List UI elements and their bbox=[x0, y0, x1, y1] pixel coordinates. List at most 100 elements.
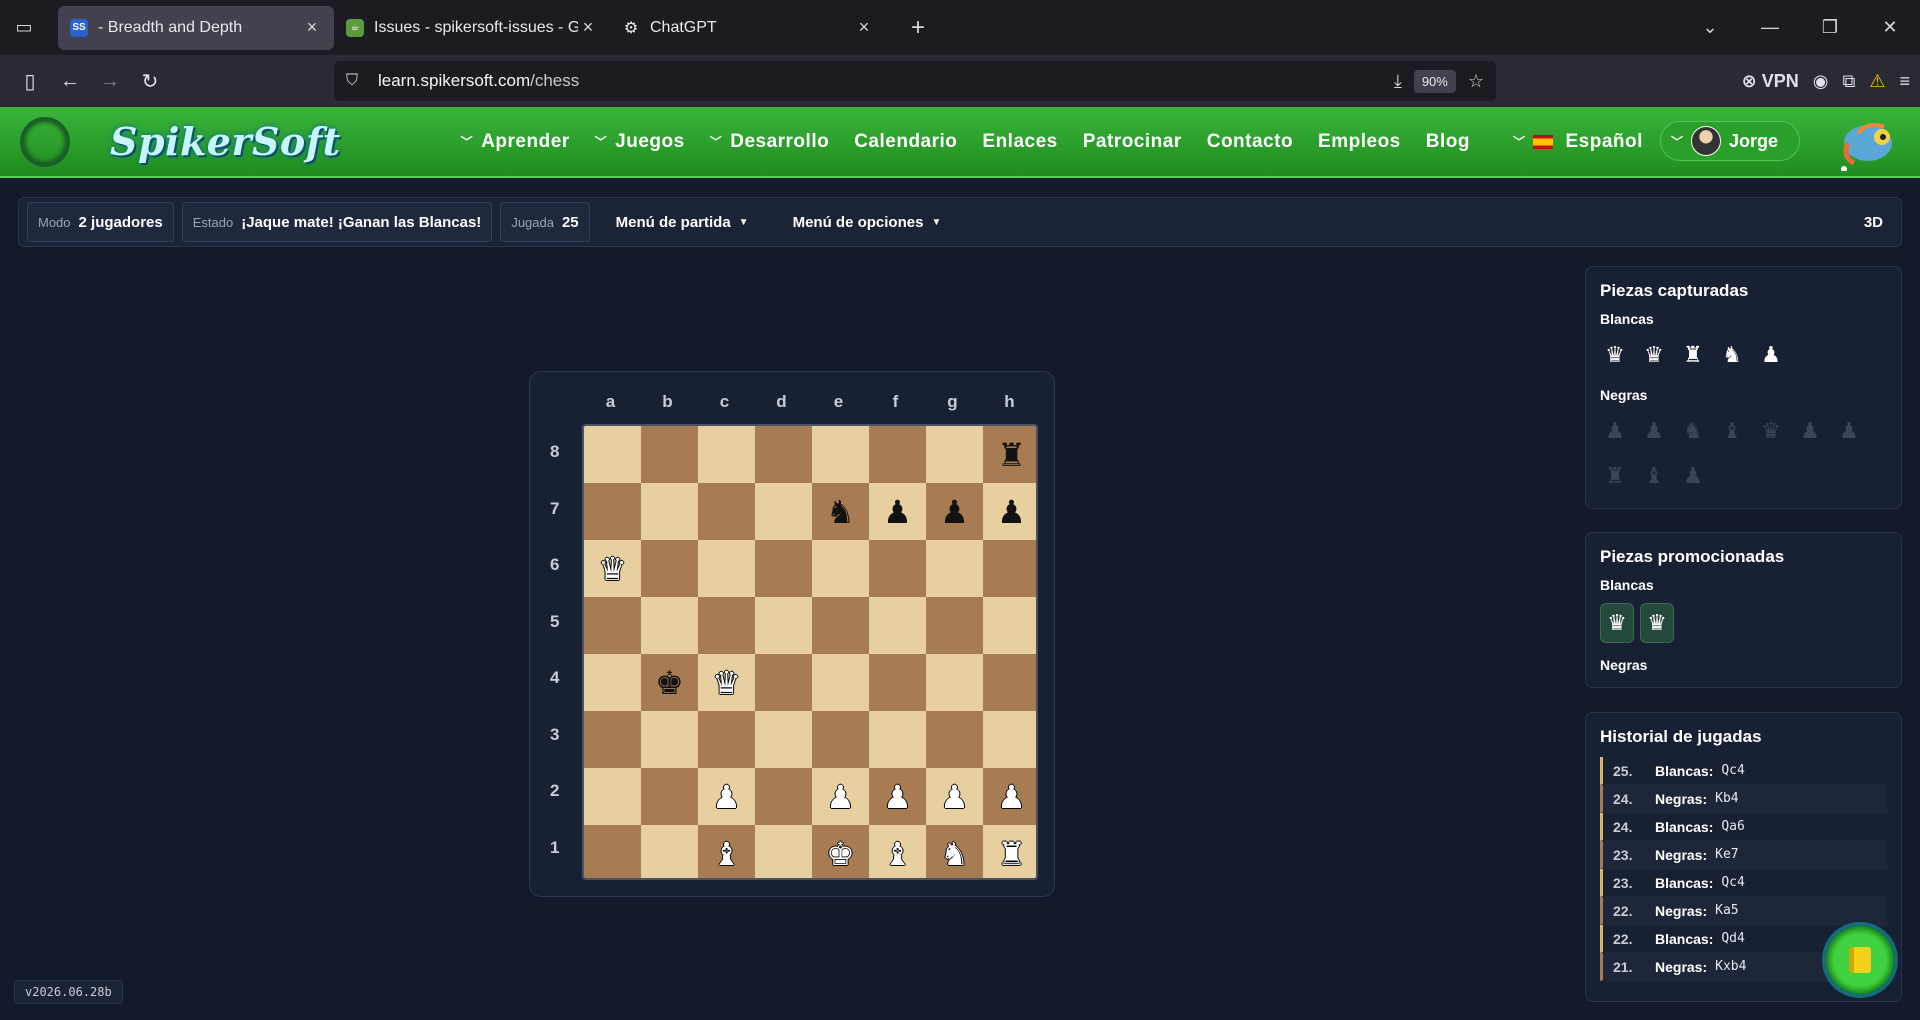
square-f8[interactable] bbox=[869, 426, 926, 483]
game-menu-button[interactable]: Menú de partida ▼ bbox=[598, 214, 767, 231]
square-d2[interactable] bbox=[755, 768, 812, 825]
site-logo-icon[interactable] bbox=[20, 116, 70, 167]
square-e2[interactable]: ♟ bbox=[812, 768, 869, 825]
square-g4[interactable] bbox=[926, 654, 983, 711]
close-window-icon[interactable]: ✕ bbox=[1860, 17, 1920, 38]
square-e8[interactable] bbox=[812, 426, 869, 483]
menu-hamburger-icon[interactable]: ≡ bbox=[1899, 71, 1910, 92]
square-b5[interactable] bbox=[641, 597, 698, 654]
black-pawn-icon[interactable]: ♟ bbox=[940, 496, 969, 528]
white-pawn-icon[interactable]: ♟ bbox=[940, 781, 969, 813]
move-history-row[interactable]: 25. Blancas: Qc4 bbox=[1600, 757, 1887, 785]
square-b2[interactable] bbox=[641, 768, 698, 825]
tracking-shield-icon[interactable]: ⛉ bbox=[346, 72, 370, 90]
square-g5[interactable] bbox=[926, 597, 983, 654]
save-page-icon[interactable]: ⤓ bbox=[1394, 71, 1402, 92]
white-pawn-icon[interactable]: ♟ bbox=[712, 781, 741, 813]
square-d4[interactable] bbox=[755, 654, 812, 711]
move-history-row[interactable]: 23. Blancas: Qc4 bbox=[1600, 869, 1887, 897]
square-b1[interactable] bbox=[641, 825, 698, 878]
nav-empleos[interactable]: Empleos bbox=[1318, 131, 1401, 153]
black-king-icon[interactable]: ♚ bbox=[655, 667, 684, 699]
options-menu-button[interactable]: Menú de opciones ▼ bbox=[775, 214, 960, 231]
new-tab-button[interactable]: + bbox=[898, 14, 938, 42]
white-pawn-icon[interactable]: ♟ bbox=[997, 781, 1026, 813]
square-a8[interactable] bbox=[584, 426, 641, 483]
white-rook-icon[interactable]: ♜ bbox=[997, 838, 1026, 870]
square-a3[interactable] bbox=[584, 711, 641, 768]
square-f3[interactable] bbox=[869, 711, 926, 768]
white-pawn-icon[interactable]: ♟ bbox=[826, 781, 855, 813]
square-d6[interactable] bbox=[755, 540, 812, 597]
white-king-icon[interactable]: ♚ bbox=[826, 838, 855, 870]
square-a7[interactable] bbox=[584, 483, 641, 540]
square-b8[interactable] bbox=[641, 426, 698, 483]
square-c4[interactable]: ♛ bbox=[698, 654, 755, 711]
square-g7[interactable]: ♟ bbox=[926, 483, 983, 540]
nav-patrocinar[interactable]: Patrocinar bbox=[1083, 131, 1182, 153]
nav-calendario[interactable]: Calendario bbox=[854, 131, 957, 153]
restore-icon[interactable]: ❐ bbox=[1800, 17, 1860, 38]
user-menu-button[interactable]: ﹀ Jorge bbox=[1660, 121, 1800, 161]
tab-list-icon[interactable]: ▭ bbox=[0, 0, 48, 55]
white-knight-icon[interactable]: ♞ bbox=[940, 838, 969, 870]
bookmark-star-icon[interactable]: ☆ bbox=[1468, 71, 1484, 92]
forward-button[interactable]: → bbox=[90, 63, 130, 99]
square-g3[interactable] bbox=[926, 711, 983, 768]
square-d8[interactable] bbox=[755, 426, 812, 483]
chess-board[interactable]: ♜ ♞ ♟ ♟ ♟ ♛ ♚ ♛ ♟ ♟ ♟ ♟ ♟ ♝ ♚ ♝ ♞ ♜ bbox=[582, 424, 1038, 880]
white-queen-icon[interactable]: ♛ bbox=[712, 667, 741, 699]
square-f6[interactable] bbox=[869, 540, 926, 597]
square-c3[interactable] bbox=[698, 711, 755, 768]
square-h3[interactable] bbox=[983, 711, 1036, 768]
nav-juegos[interactable]: ﹀ Juegos bbox=[595, 131, 685, 153]
tab-gitea-issues[interactable]: ☕ Issues - spikersoft-issues - Gitea × bbox=[334, 6, 610, 50]
nav-blog[interactable]: Blog bbox=[1426, 131, 1470, 153]
zoom-level-badge[interactable]: 90% bbox=[1413, 69, 1456, 93]
square-h1[interactable]: ♜ bbox=[983, 825, 1036, 878]
white-queen-icon[interactable]: ♛ bbox=[598, 553, 627, 585]
square-g6[interactable] bbox=[926, 540, 983, 597]
square-b7[interactable] bbox=[641, 483, 698, 540]
sidebar-toggle-icon[interactable]: ▯ bbox=[10, 63, 50, 99]
guide-book-button[interactable] bbox=[1826, 926, 1894, 994]
square-f2[interactable]: ♟ bbox=[869, 768, 926, 825]
move-history-row[interactable]: 24. Negras: Kb4 bbox=[1600, 785, 1887, 813]
square-a2[interactable] bbox=[584, 768, 641, 825]
square-g2[interactable]: ♟ bbox=[926, 768, 983, 825]
close-tab-icon[interactable]: × bbox=[578, 17, 598, 38]
square-c5[interactable] bbox=[698, 597, 755, 654]
square-c7[interactable] bbox=[698, 483, 755, 540]
tab-breadth-and-depth[interactable]: SS - Breadth and Depth × bbox=[58, 5, 334, 50]
square-e3[interactable] bbox=[812, 711, 869, 768]
square-b6[interactable] bbox=[641, 540, 698, 597]
move-history-row[interactable]: 22. Negras: Ka5 bbox=[1600, 897, 1887, 925]
square-f4[interactable] bbox=[869, 654, 926, 711]
close-tab-icon[interactable]: × bbox=[302, 17, 322, 38]
tab-chatgpt[interactable]: ⚙ ChatGPT × bbox=[610, 6, 886, 50]
square-h5[interactable] bbox=[983, 597, 1036, 654]
square-c1[interactable]: ♝ bbox=[698, 825, 755, 878]
square-c2[interactable]: ♟ bbox=[698, 768, 755, 825]
back-button[interactable]: ← bbox=[50, 63, 90, 99]
black-rook-icon[interactable]: ♜ bbox=[997, 439, 1026, 471]
black-pawn-icon[interactable]: ♟ bbox=[997, 496, 1026, 528]
square-f5[interactable] bbox=[869, 597, 926, 654]
square-e7[interactable]: ♞ bbox=[812, 483, 869, 540]
nav-enlaces[interactable]: Enlaces bbox=[982, 131, 1057, 153]
square-h2[interactable]: ♟ bbox=[983, 768, 1036, 825]
white-pawn-icon[interactable]: ♟ bbox=[883, 781, 912, 813]
vpn-button[interactable]: ⊗ VPN bbox=[1742, 71, 1799, 92]
square-a4[interactable] bbox=[584, 654, 641, 711]
move-history-row[interactable]: 24. Blancas: Qa6 bbox=[1600, 813, 1887, 841]
square-e4[interactable] bbox=[812, 654, 869, 711]
square-e1[interactable]: ♚ bbox=[812, 825, 869, 878]
square-a6[interactable]: ♛ bbox=[584, 540, 641, 597]
square-g8[interactable] bbox=[926, 426, 983, 483]
white-bishop-icon[interactable]: ♝ bbox=[883, 838, 912, 870]
square-h7[interactable]: ♟ bbox=[983, 483, 1036, 540]
square-h8[interactable]: ♜ bbox=[983, 426, 1036, 483]
square-d7[interactable] bbox=[755, 483, 812, 540]
reload-button[interactable]: ↻ bbox=[130, 63, 170, 99]
white-bishop-icon[interactable]: ♝ bbox=[712, 838, 741, 870]
